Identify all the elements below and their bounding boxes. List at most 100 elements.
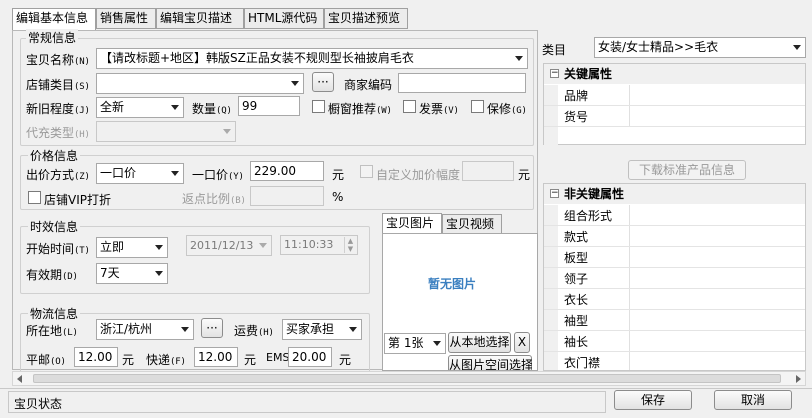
time-spinner-icon[interactable]: ▲ ▼ bbox=[344, 237, 356, 253]
collapse-icon[interactable]: − bbox=[550, 69, 559, 78]
warranty-checkbox[interactable] bbox=[471, 100, 484, 113]
recharge-type-select[interactable] bbox=[96, 121, 236, 142]
tab-description-preview[interactable]: 宝贝描述预览 bbox=[324, 8, 408, 29]
custom-increment-unit: 元 bbox=[518, 168, 531, 182]
tab-item-images[interactable]: 宝贝图片 bbox=[382, 213, 442, 234]
tab-html-source[interactable]: HTML源代码 bbox=[244, 8, 324, 29]
tab-sales-attributes[interactable]: 销售属性 bbox=[96, 8, 156, 29]
express-fee-input[interactable]: 12.00 bbox=[194, 347, 238, 367]
property-row[interactable]: 袖长 bbox=[544, 331, 805, 352]
chevron-down-icon bbox=[793, 45, 801, 50]
chevron-down-icon bbox=[259, 243, 267, 248]
scroll-right-icon[interactable] bbox=[796, 375, 801, 383]
key-properties-grid: − 关键属性 品牌 货号 bbox=[543, 63, 806, 148]
cancel-button[interactable]: 取消 bbox=[714, 390, 792, 410]
merchant-code-label: 商家编码 bbox=[344, 78, 393, 92]
general-info-title: 常规信息 bbox=[26, 29, 79, 46]
location-more-button[interactable]: ··· bbox=[201, 318, 223, 338]
store-category-more-button[interactable]: ··· bbox=[312, 72, 334, 92]
chevron-down-icon bbox=[433, 341, 441, 346]
non-key-properties-grid: − 非关键属性 组合形式 款式 板型 领子 衣长 袖型 袖长 衣门襟 bbox=[543, 183, 806, 371]
store-category-select[interactable] bbox=[96, 73, 304, 94]
fixed-price-input[interactable]: 229.00 bbox=[250, 161, 324, 181]
property-row[interactable]: 品牌 bbox=[544, 85, 805, 106]
property-row[interactable]: 板型 bbox=[544, 247, 805, 268]
non-key-properties-header[interactable]: − 非关键属性 bbox=[544, 184, 805, 204]
ems-fee-input[interactable]: 20.00 bbox=[288, 347, 332, 367]
property-row[interactable]: 衣门襟 bbox=[544, 352, 805, 370]
property-row[interactable]: 衣长 bbox=[544, 289, 805, 310]
horizontal-scrollbar[interactable] bbox=[12, 371, 806, 386]
freight-select[interactable]: 买家承担 bbox=[282, 319, 362, 340]
warranty-label: 保修(G) bbox=[487, 102, 527, 116]
image-space-button-clip: 从图片空间选择 bbox=[448, 355, 532, 370]
select-image-space-button[interactable]: 从图片空间选择 bbox=[448, 355, 532, 370]
fixed-price-unit: 元 bbox=[332, 168, 345, 182]
mail-fee-input[interactable]: 12.00 bbox=[74, 347, 118, 367]
property-row[interactable]: 袖型 bbox=[544, 310, 805, 331]
remove-image-button[interactable]: X bbox=[514, 332, 530, 353]
mail-fee-unit: 元 bbox=[122, 353, 135, 367]
freight-label: 运费(H) bbox=[234, 324, 274, 338]
custom-increment-checkbox[interactable] bbox=[360, 165, 373, 178]
collapse-icon[interactable]: − bbox=[550, 189, 559, 198]
tab-edit-basic-info[interactable]: 编辑基本信息 bbox=[12, 8, 96, 31]
quantity-input[interactable]: 99 bbox=[238, 96, 300, 116]
price-method-select[interactable]: 一口价 bbox=[96, 163, 184, 184]
scroll-left-icon[interactable] bbox=[17, 375, 22, 383]
start-date-picker[interactable]: 2011/12/13 bbox=[186, 235, 272, 256]
price-info-title: 价格信息 bbox=[28, 147, 81, 164]
rebate-ratio-input[interactable] bbox=[250, 186, 324, 206]
property-row-empty bbox=[544, 127, 805, 148]
tab-edit-description[interactable]: 编辑宝贝描述 bbox=[156, 8, 244, 29]
chevron-down-icon bbox=[171, 105, 179, 110]
logistics-info-title: 物流信息 bbox=[28, 305, 81, 322]
quantity-label: 数量(Q) bbox=[192, 102, 232, 116]
vip-discount-label: 店铺VIP打折 bbox=[44, 193, 111, 207]
item-name-input[interactable]: 【请改标题+地区】韩版SZ正品女装不规则型长袖披肩毛衣 bbox=[96, 48, 528, 69]
select-local-image-button[interactable]: 从本地选择 bbox=[448, 332, 511, 353]
property-row[interactable]: 款式 bbox=[544, 226, 805, 247]
condition-select[interactable]: 全新 bbox=[96, 97, 184, 118]
timing-info-title: 时效信息 bbox=[28, 218, 81, 235]
rebate-percent-sign: % bbox=[332, 190, 344, 204]
validity-label: 有效期(D) bbox=[26, 268, 78, 282]
item-status-field bbox=[8, 391, 606, 413]
category-label: 类目 bbox=[542, 43, 567, 57]
save-button[interactable]: 保存 bbox=[614, 390, 692, 410]
custom-increment-label: 自定义加价幅度 bbox=[376, 168, 461, 182]
rebate-ratio-label: 返点比例(B) bbox=[182, 192, 246, 206]
chevron-down-icon bbox=[155, 271, 163, 276]
property-row[interactable]: 组合形式 bbox=[544, 205, 805, 226]
fixed-price-label: 一口价(Y) bbox=[192, 168, 244, 182]
custom-increment-input[interactable] bbox=[462, 161, 514, 181]
invoice-checkbox[interactable] bbox=[403, 100, 416, 113]
item-name-label: 宝贝名称(N) bbox=[26, 53, 90, 67]
key-properties-header[interactable]: − 关键属性 bbox=[544, 64, 805, 84]
scrollbar-thumb[interactable] bbox=[33, 374, 781, 383]
location-select[interactable]: 浙江/杭州 bbox=[96, 319, 194, 340]
chevron-down-icon bbox=[515, 56, 523, 61]
validity-select[interactable]: 7天 bbox=[96, 263, 168, 284]
tab-item-video[interactable]: 宝贝视频 bbox=[442, 214, 502, 234]
no-image-text: 暂无图片 bbox=[428, 277, 477, 291]
location-label: 所在地(L) bbox=[26, 324, 78, 338]
download-standard-info-button[interactable]: 下载标准产品信息 bbox=[628, 160, 746, 180]
start-time-input[interactable]: 11:10:33 ▲ ▼ bbox=[280, 235, 358, 255]
store-category-label: 店铺类目(S) bbox=[26, 78, 90, 92]
item-status-label: 宝贝状态 bbox=[14, 397, 63, 411]
chevron-down-icon bbox=[171, 171, 179, 176]
window-recommend-checkbox[interactable] bbox=[312, 100, 325, 113]
ems-fee-label: EMS bbox=[266, 351, 290, 364]
chevron-down-icon bbox=[181, 327, 189, 332]
vip-discount-checkbox[interactable] bbox=[28, 191, 41, 204]
price-method-label: 出价方式(Z) bbox=[26, 168, 90, 182]
category-select[interactable]: 女装/女士精品>>毛衣 bbox=[594, 37, 806, 58]
property-row[interactable]: 货号 bbox=[544, 106, 805, 127]
chevron-down-icon bbox=[223, 129, 231, 134]
property-row[interactable]: 领子 bbox=[544, 268, 805, 289]
merchant-code-input[interactable] bbox=[398, 73, 526, 93]
image-index-select[interactable]: 第 1张 bbox=[384, 333, 446, 354]
window-recommend-label: 橱窗推荐(W) bbox=[328, 102, 392, 116]
start-time-select[interactable]: 立即 bbox=[96, 237, 168, 258]
